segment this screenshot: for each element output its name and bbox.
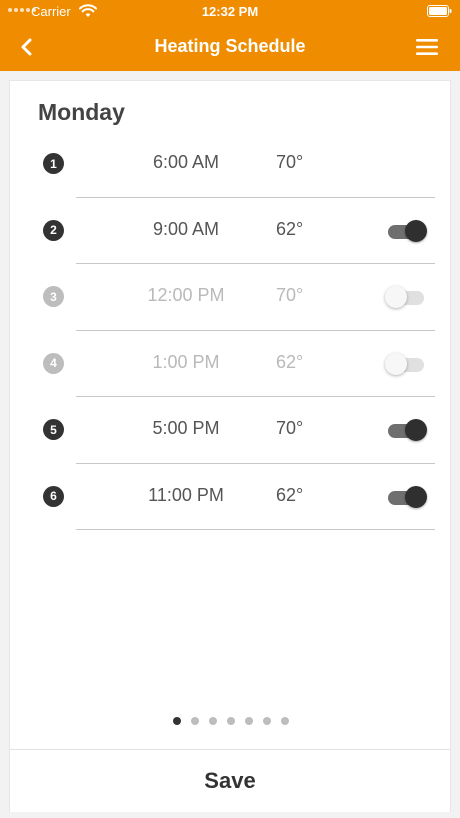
schedule-list: 1 6:00 AM 70° 2 9:00 AM 62° 3 12:00 PM 7… (10, 131, 452, 530)
page-dot[interactable] (191, 717, 199, 725)
status-bar: Carrier 12:32 PM (0, 0, 460, 22)
period-toggle[interactable] (386, 485, 427, 508)
period-temperature[interactable]: 70° (276, 285, 303, 306)
schedule-card: Monday 1 6:00 AM 70° 2 9:00 AM 62° 3 12:… (9, 80, 451, 812)
period-toggle[interactable] (386, 219, 427, 242)
page-dot[interactable] (173, 717, 181, 725)
page-dot[interactable] (209, 717, 217, 725)
schedule-row[interactable]: 2 9:00 AM 62° (10, 198, 452, 264)
row-divider (76, 529, 435, 530)
schedule-row[interactable]: 5 5:00 PM 70° (10, 397, 452, 464)
period-number-badge: 6 (43, 485, 64, 507)
page-title: Heating Schedule (154, 36, 306, 56)
nav-bar: Heating Schedule (0, 22, 460, 71)
period-temperature[interactable]: 62° (276, 352, 303, 373)
period-number-badge: 3 (43, 286, 64, 307)
page-dot[interactable] (245, 717, 253, 725)
schedule-row[interactable]: 6 11:00 PM 62° (10, 464, 452, 530)
period-time[interactable]: 5:00 PM (135, 418, 237, 439)
menu-button[interactable] (414, 34, 440, 60)
day-title: Monday (38, 99, 125, 125)
header: Carrier 12:32 PM Heating Schedule (0, 0, 460, 71)
save-button[interactable]: Save (10, 750, 450, 812)
period-number-badge: 5 (43, 419, 64, 440)
period-toggle[interactable] (386, 419, 427, 441)
period-time[interactable]: 1:00 PM (135, 352, 237, 373)
period-temperature[interactable]: 62° (276, 219, 303, 240)
period-temperature[interactable]: 62° (276, 485, 303, 506)
period-time[interactable]: 11:00 PM (135, 485, 237, 506)
page-dot[interactable] (263, 717, 271, 725)
period-number-badge: 2 (43, 219, 64, 241)
period-toggle[interactable] (385, 352, 426, 375)
hamburger-menu-icon (416, 39, 438, 55)
back-button[interactable] (12, 32, 42, 62)
period-number-badge: 4 (43, 352, 64, 374)
period-time[interactable]: 6:00 AM (135, 152, 237, 173)
period-toggle[interactable] (385, 286, 426, 308)
period-temperature[interactable]: 70° (276, 418, 303, 439)
period-number-badge: 1 (43, 153, 64, 174)
schedule-row[interactable]: 3 12:00 PM 70° (10, 264, 452, 331)
period-time[interactable]: 9:00 AM (135, 219, 237, 240)
status-time: 12:32 PM (201, 4, 259, 19)
battery-icon (427, 5, 452, 17)
schedule-row[interactable]: 1 6:00 AM 70° (10, 131, 452, 198)
page-dot[interactable] (227, 717, 235, 725)
period-temperature[interactable]: 70° (276, 152, 303, 173)
schedule-row[interactable]: 4 1:00 PM 62° (10, 331, 452, 397)
chevron-left-icon (21, 38, 32, 56)
period-time[interactable]: 12:00 PM (135, 285, 237, 306)
page-dot[interactable] (281, 717, 289, 725)
page-indicator[interactable] (10, 717, 452, 725)
